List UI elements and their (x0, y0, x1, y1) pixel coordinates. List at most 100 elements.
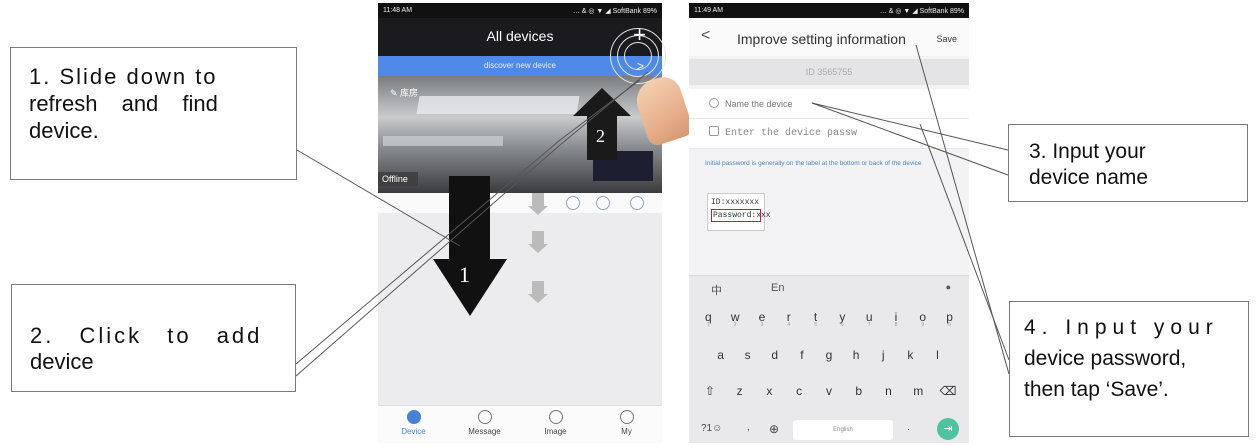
device-label-example: ID:xxxxxxx Password:xxx (707, 193, 771, 231)
keyboard-key-r1-8[interactable]: o9 (912, 310, 934, 328)
keyboard-key-r1-3[interactable]: r4 (778, 310, 800, 328)
keyboard-chinese-key[interactable]: 中 (711, 282, 722, 298)
nav-message-label: Message (468, 427, 501, 436)
status-bar: 11:48 AM … & ◎ ▼ ◢ SoftBank 89% (378, 3, 662, 18)
keyboard-row-2: a s d fgh j k l (689, 348, 969, 362)
keyboard-key-r3-6[interactable]: n (877, 384, 899, 398)
swipe-down-arrow-head (433, 259, 507, 316)
callout-step-4-line-1: 4. Input your (1024, 316, 1219, 339)
label-id-text: ID:xxxxxxx (711, 198, 760, 207)
nav-device[interactable]: Device (384, 406, 444, 443)
tap-up-arrow-head (573, 88, 631, 116)
device-id-row: ID 3565755 (689, 59, 969, 85)
callout-step-2-line-2: device (30, 349, 94, 374)
nav-message[interactable]: Message (455, 406, 515, 443)
status-indicators: … & ◎ ▼ ◢ SoftBank 89% (879, 7, 964, 15)
keyboard-english-key[interactable]: En (771, 282, 784, 294)
keyboard-toolbar: 中 En ● (689, 276, 969, 302)
keyboard-key-label: a (717, 348, 724, 362)
keyboard-key-r3-7[interactable]: m (907, 384, 929, 398)
playback-icon[interactable] (596, 196, 610, 210)
keyboard-key-r2-1[interactable]: s (737, 348, 759, 362)
keyboard-key-r1-2[interactable]: e3 (751, 310, 773, 328)
device-name-placeholder: Name the device (725, 99, 793, 109)
keyboard-space-key[interactable]: English (793, 420, 893, 440)
keyboard-key-label: b (855, 384, 863, 398)
keyboard-key-r1-7[interactable]: i8 (885, 310, 907, 328)
device-name-field[interactable]: Name the device (689, 89, 969, 119)
keyboard-key-label: h (852, 348, 860, 362)
app-header: < Improve setting information Save (689, 18, 969, 56)
offline-badge: Offline (378, 172, 418, 186)
keyboard-key-label: f (800, 348, 804, 362)
nav-image[interactable]: Image (526, 406, 586, 443)
device-password-field[interactable]: Enter the device passw (689, 119, 969, 149)
keyboard-key-r1-1[interactable]: w2 (724, 310, 746, 328)
keyboard-row-3: ⇧ z x c v b n m ⌫ (689, 384, 969, 398)
camera-name-label[interactable]: ✎ 库房 (390, 86, 418, 99)
keyboard-key-r1-0[interactable]: q1 (697, 310, 719, 328)
keyboard-key-label: k (907, 348, 914, 362)
keyboard-key-label: j (881, 348, 885, 362)
shield-icon[interactable] (566, 196, 580, 210)
keyboard-period-key[interactable]: . (907, 422, 910, 433)
ceiling-light-shape (383, 136, 503, 146)
nav-my[interactable]: My (597, 406, 657, 443)
keyboard-key-hint: 0 (948, 322, 951, 328)
keyboard-key-label: s (744, 348, 751, 362)
image-icon (548, 410, 563, 424)
status-indicators: … & ◎ ▼ ◢ SoftBank 89% (572, 7, 657, 15)
keyboard-key-r1-4[interactable]: t5 (805, 310, 827, 328)
callout-step-3-line-2: device name (1029, 166, 1149, 189)
keyboard-key-r2-5[interactable]: h (845, 348, 867, 362)
callout-step-4-line-2: device password, (1024, 347, 1187, 370)
lock-icon (709, 126, 719, 136)
keyboard-key-r2-2[interactable]: d (764, 348, 786, 362)
keyboard-key-r3-0[interactable]: ⇧ (699, 384, 721, 398)
keyboard-key-r1-6[interactable]: u7 (858, 310, 880, 328)
device-list-area[interactable] (378, 193, 662, 405)
settings-gear-icon[interactable] (630, 196, 644, 210)
person-icon (619, 410, 634, 424)
keyboard-comma-key[interactable]: , (747, 422, 750, 433)
keyboard-key-r2-7[interactable]: k (899, 348, 921, 362)
keyboard-key-label: ⇧ (704, 384, 715, 398)
device-name-icon (709, 98, 719, 108)
globe-icon[interactable]: ⊕ (769, 422, 779, 436)
keyboard-row-1: q1 w2 e3 r4 t5y6 u7 i8 o9 p0 (689, 310, 969, 328)
keyboard-key-r1-9[interactable]: p0 (939, 310, 961, 328)
back-chevron-icon[interactable]: < (701, 27, 710, 45)
keyboard-key-r1-5[interactable]: y6 (831, 310, 853, 328)
keyboard-key-r2-8[interactable]: l (926, 348, 948, 362)
keyboard-key-r3-4[interactable]: v (818, 384, 840, 398)
keyboard-key-r3-3[interactable]: c (788, 384, 810, 398)
keyboard-key-label: ⌫ (939, 384, 957, 398)
callout-step-3-line-1: 3. Input your (1029, 140, 1146, 163)
device-icon (406, 410, 421, 424)
keyboard-numbers-key[interactable]: ?1☺ (701, 423, 722, 434)
keyboard-key-r2-6[interactable]: j (872, 348, 894, 362)
device-password-placeholder: Enter the device passw (725, 128, 858, 139)
nav-image-label: Image (544, 427, 567, 436)
keyboard-key-r3-5[interactable]: b (848, 384, 870, 398)
keyboard-key-label: l (936, 348, 939, 362)
arrow-2-number: 2 (596, 126, 605, 146)
pull-down-arrow-icon (528, 231, 548, 253)
microphone-icon[interactable]: ● (946, 282, 951, 292)
keyboard-key-r3-8[interactable]: ⌫ (937, 384, 959, 398)
save-button[interactable]: Save (936, 34, 957, 44)
keyboard-key-label: c (796, 384, 803, 398)
enter-arrow-icon[interactable]: ⇥ (937, 418, 959, 440)
callout-step-1-line-3: device. (29, 118, 99, 143)
keyboard-key-r2-0[interactable]: a (710, 348, 732, 362)
keyboard-key-r3-1[interactable]: z (729, 384, 751, 398)
keyboard-key-label: v (825, 384, 832, 398)
keyboard-key-r2-3[interactable]: f (791, 348, 813, 362)
keyboard-key-hint: 6 (840, 322, 844, 328)
keyboard-key-r2-4[interactable]: g (818, 348, 840, 362)
keyboard-key-label: d (771, 348, 779, 362)
swipe-down-arrow-shaft (449, 176, 490, 261)
keyboard-key-r3-2[interactable]: x (758, 384, 780, 398)
callout-step-4: 4. Input your device password, then tap … (1009, 301, 1249, 437)
nav-my-label: My (621, 427, 632, 436)
